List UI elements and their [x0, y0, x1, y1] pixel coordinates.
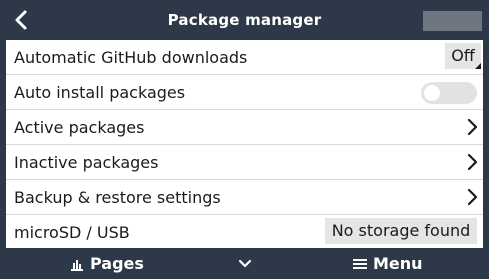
list-item-microsd-usb[interactable]: microSD / USB No storage found — [6, 215, 483, 248]
list-item-label: Inactive packages — [14, 153, 159, 172]
list-item-active-packages[interactable]: Active packages — [6, 110, 483, 145]
header-status-widget — [423, 11, 482, 31]
chevron-down-icon[interactable] — [238, 258, 252, 270]
page-title: Package manager — [167, 11, 322, 29]
menu-button[interactable]: Menu — [353, 254, 423, 273]
storage-status-value: No storage found — [325, 218, 477, 244]
menu-label: Menu — [373, 254, 423, 273]
list-item-label: Automatic GitHub downloads — [14, 48, 248, 67]
value-text: Off — [451, 46, 475, 65]
auto-install-toggle[interactable] — [421, 82, 477, 104]
list-item-auto-install[interactable]: Auto install packages — [6, 75, 483, 110]
github-downloads-value[interactable]: Off — [445, 43, 481, 69]
bar-chart-icon — [71, 259, 83, 271]
list-item-label: Backup & restore settings — [14, 188, 221, 207]
list-item-backup-restore[interactable]: Backup & restore settings — [6, 180, 483, 215]
dropdown-corner-icon — [475, 63, 481, 69]
screen: Package manager Automatic GitHub downloa… — [0, 0, 489, 279]
hamburger-menu-icon — [353, 258, 367, 269]
list-item-github-downloads[interactable]: Automatic GitHub downloads Off — [6, 40, 483, 75]
list-item-label: Auto install packages — [14, 83, 186, 102]
pages-label: Pages — [90, 254, 144, 273]
chevron-right-icon — [465, 118, 479, 136]
settings-list: Automatic GitHub downloads Off Auto inst… — [6, 40, 483, 248]
pages-button[interactable]: Pages — [70, 254, 144, 273]
chevron-right-icon — [465, 153, 479, 171]
list-item-inactive-packages[interactable]: Inactive packages — [6, 145, 483, 180]
chevron-right-icon — [465, 188, 479, 206]
footer-bar: Pages Menu — [0, 248, 489, 279]
toggle-knob — [424, 85, 440, 101]
header-bar: Package manager — [0, 0, 489, 40]
list-item-label: microSD / USB — [14, 223, 130, 242]
list-item-label: Active packages — [14, 118, 145, 137]
